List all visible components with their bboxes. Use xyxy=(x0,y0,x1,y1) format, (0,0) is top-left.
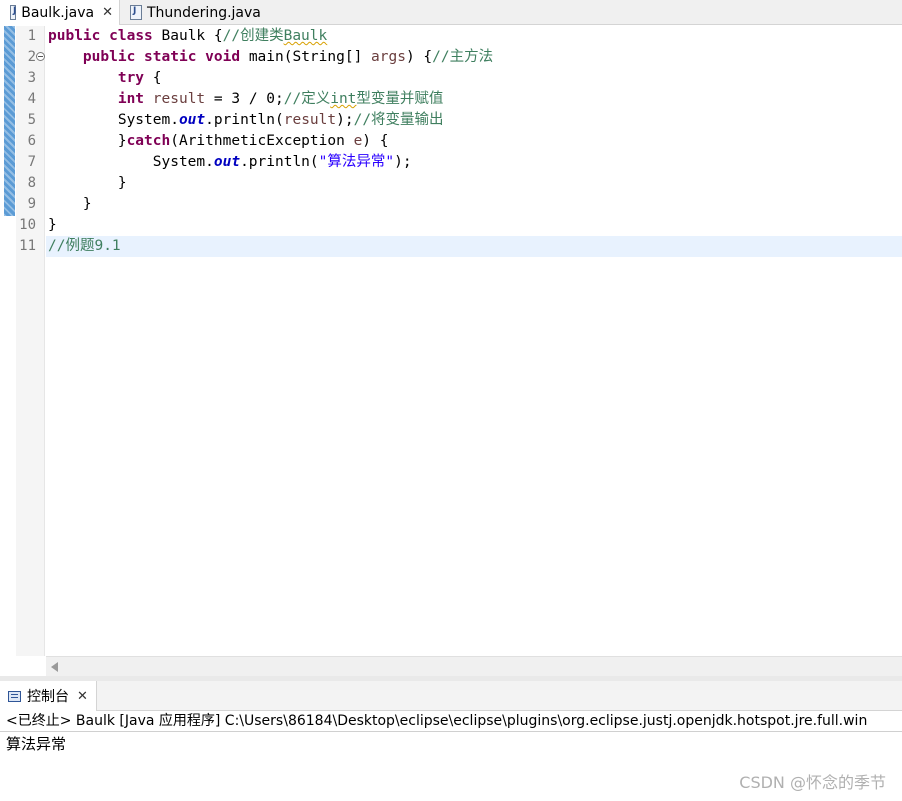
code-text: System. xyxy=(117,112,179,128)
close-icon[interactable]: ✕ xyxy=(102,5,113,20)
local-variable: result xyxy=(283,112,337,128)
code-text: } xyxy=(48,217,57,233)
tab-thundering-java[interactable]: Thundering.java xyxy=(122,0,267,25)
code-line-2[interactable]: public static void main(String[] args) {… xyxy=(48,47,493,68)
line-number: 5 xyxy=(27,112,36,128)
keyword: class xyxy=(109,28,153,44)
keyword: public xyxy=(82,49,136,65)
console-tab-bar: 控制台 ✕ xyxy=(0,681,902,711)
code-text: { xyxy=(144,70,162,86)
code-line-1[interactable]: public class Baulk {//创建类Baulk xyxy=(48,26,327,47)
code-text: ); xyxy=(336,112,354,128)
code-line-10[interactable]: } xyxy=(48,215,57,236)
keyword: try xyxy=(117,70,145,86)
line-number: 9 xyxy=(27,196,36,212)
current-line-highlight xyxy=(46,236,902,257)
code-text: Baulk { xyxy=(152,28,223,44)
code-line-7[interactable]: System.out.println("算法异常"); xyxy=(48,152,412,173)
code-line-9[interactable]: } xyxy=(48,194,92,215)
comment: //创建类 xyxy=(222,28,284,44)
parameter: e xyxy=(353,133,363,149)
code-line-3[interactable]: try { xyxy=(48,68,162,89)
code-text: .println( xyxy=(205,112,284,128)
code-line-8[interactable]: } xyxy=(48,173,127,194)
editor-tab-bar: Baulk.java ✕ Thundering.java xyxy=(0,0,902,25)
console-output-area[interactable]: 算法异常 CSDN @怀念的季节 xyxy=(0,732,902,801)
line-number: 8 xyxy=(27,175,36,191)
code-text: ) { xyxy=(405,49,433,65)
scroll-left-arrow-icon[interactable] xyxy=(51,662,58,672)
code-editor[interactable]: 1 2 3 4 5 6 7 8 9 10 11 public class Bau… xyxy=(0,26,902,676)
keyword: void xyxy=(205,49,241,65)
comment: 型变量并赋值 xyxy=(356,91,444,107)
console-icon xyxy=(8,690,21,702)
keyword: static xyxy=(144,49,197,65)
line-number: 10 xyxy=(19,217,36,233)
fold-collapse-icon[interactable] xyxy=(36,52,45,61)
code-text: } xyxy=(117,175,127,191)
static-field: out xyxy=(178,112,206,128)
comment: //例题9.1 xyxy=(48,238,121,254)
comment: //主方法 xyxy=(432,49,494,65)
code-line-4[interactable]: int result = 3 / 0;//定义int型变量并赋值 xyxy=(48,89,444,110)
code-text: ); xyxy=(394,154,412,170)
horizontal-scrollbar[interactable] xyxy=(46,656,902,676)
comment: //将变量输出 xyxy=(353,112,444,128)
line-number: 7 xyxy=(27,154,36,170)
comment-spell-warning: Baulk xyxy=(283,28,328,44)
java-file-icon xyxy=(10,5,17,20)
local-variable: result xyxy=(152,91,206,107)
string-literal: "算法异常" xyxy=(318,154,395,170)
java-file-icon xyxy=(130,5,142,20)
line-number: 11 xyxy=(19,238,36,254)
code-text: main(String[] xyxy=(240,49,372,65)
code-text: ) { xyxy=(362,133,389,149)
console-output-text: 算法异常 xyxy=(6,735,67,753)
tab-console[interactable]: 控制台 ✕ xyxy=(0,681,97,711)
code-text: (ArithmeticException xyxy=(170,133,354,149)
parameter: args xyxy=(371,49,406,65)
comment-spell-warning: int xyxy=(330,91,357,107)
watermark: CSDN @怀念的季节 xyxy=(739,773,886,792)
console-status-line: <已终止> Baulk [Java 应用程序] C:\Users\86184\D… xyxy=(0,711,902,732)
code-line-5[interactable]: System.out.println(result);//将变量输出 xyxy=(48,110,444,131)
tab-label: 控制台 xyxy=(27,689,69,705)
code-text: } xyxy=(117,133,127,149)
line-number: 6 xyxy=(27,133,36,149)
keyword: public xyxy=(48,28,101,44)
code-line-6[interactable]: }catch(ArithmeticException e) { xyxy=(48,131,389,152)
line-number: 1 xyxy=(27,28,36,44)
tab-label: Thundering.java xyxy=(147,4,261,21)
keyword: int xyxy=(117,91,145,107)
line-number: 4 xyxy=(27,91,36,107)
close-icon[interactable]: ✕ xyxy=(77,689,88,704)
tab-label: Baulk.java xyxy=(21,4,95,21)
static-field: out xyxy=(213,154,241,170)
code-text: .println( xyxy=(240,154,319,170)
code-text: System. xyxy=(152,154,214,170)
quick-diff-marker xyxy=(4,26,15,216)
code-text: } xyxy=(82,196,92,212)
tab-baulk-java[interactable]: Baulk.java ✕ xyxy=(0,0,120,25)
code-text: = 3 / 0; xyxy=(205,91,284,107)
code-line-11[interactable]: //例题9.1 xyxy=(48,236,121,257)
keyword: catch xyxy=(126,133,171,149)
line-number: 3 xyxy=(27,70,36,86)
line-number: 2 xyxy=(27,49,36,65)
comment: //定义 xyxy=(283,91,331,107)
